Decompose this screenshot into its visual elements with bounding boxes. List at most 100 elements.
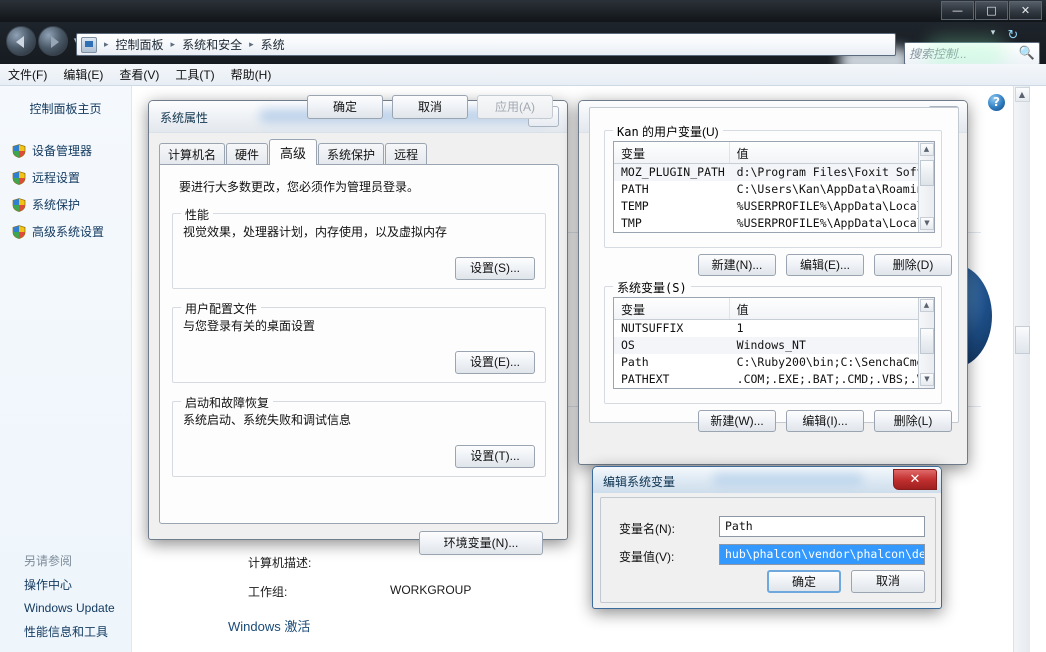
user-profiles-settings-button[interactable]: 设置(E)... [455, 351, 535, 374]
table-row[interactable]: PATH C:\Users\Kan\AppData\Roaming\np... [614, 181, 934, 198]
table-row[interactable]: OS Windows_NT [614, 337, 934, 354]
search-placeholder: 搜索控制... [909, 47, 968, 61]
table-scrollbar[interactable]: ▲ ▼ [918, 142, 934, 232]
table-row[interactable]: MOZ_PLUGIN_PATH d:\Program Files\Foxit S… [614, 164, 934, 181]
windows-activation-heading: Windows 激活 [228, 619, 311, 634]
variable-value: d:\Program Files\Foxit Software... [736, 165, 934, 179]
address-bar[interactable]: ▸ 控制面板 ▸ 系统和安全 ▸ 系统 [76, 33, 896, 56]
sidebar: 控制面板主页 设备管理器 远程设置 系统保护 高级系统设置 另请参阅 操作中心 … [0, 86, 132, 652]
table-row[interactable]: NUTSUFFIX 1 [614, 320, 934, 337]
address-history-chevron-icon[interactable]: ▾ [984, 28, 1002, 38]
advanced-tab-panel: 要进行大多数更改，您必须作为管理员登录。 性能 视觉效果，处理器计划，内存使用，… [159, 164, 559, 524]
table-row[interactable]: TMP %USERPROFILE%\AppData\Local\Temp [614, 215, 934, 232]
see-also-link-windows-update[interactable]: Windows Update [24, 601, 132, 615]
tab-computer-name[interactable]: 计算机名 [159, 143, 226, 165]
see-also-link-performance-info[interactable]: 性能信息和工具 [24, 623, 132, 640]
performance-description: 视觉效果，处理器计划，内存使用，以及虚拟内存 [183, 225, 448, 239]
menu-item-help[interactable]: 帮助(H) [231, 66, 272, 83]
new-user-variable-button[interactable]: 新建(N)... [698, 254, 776, 276]
table-row[interactable]: PATHEXT .COM;.EXE;.BAT;.CMD;.VBS;.VBE; [614, 371, 934, 388]
help-icon[interactable]: ? [988, 94, 1005, 111]
menu-bar: 文件(F) 编辑(E) 查看(V) 工具(T) 帮助(H) [0, 64, 1046, 86]
sidebar-item-device-manager[interactable]: 设备管理器 [0, 137, 131, 164]
search-icon: 🔍 [1018, 46, 1035, 61]
sidebar-item-remote-settings[interactable]: 远程设置 [0, 164, 131, 191]
variable-name-input[interactable]: Path [719, 516, 925, 537]
breadcrumb-separator-0: ▸ [104, 39, 109, 50]
column-header-value: 值 [736, 303, 749, 317]
close-icon[interactable]: ✕ [893, 469, 937, 490]
scroll-up-icon[interactable]: ▲ [1014, 87, 1030, 102]
page-scrollbar[interactable]: ▲ [1013, 86, 1030, 652]
user-profiles-group: 用户配置文件 与您登录有关的桌面设置 设置(E)... [172, 300, 546, 383]
table-scrollbar[interactable]: ▲ ▼ [918, 298, 934, 388]
sidebar-item-label: 系统保护 [32, 198, 81, 212]
scroll-up-icon[interactable]: ▲ [919, 299, 934, 312]
edit-user-variable-button[interactable]: 编辑(E)... [786, 254, 864, 276]
close-button[interactable]: ✕ [1009, 1, 1042, 20]
scrollbar-thumb[interactable] [920, 160, 934, 186]
variable-name: NUTSUFFIX [621, 321, 684, 335]
scrollbar-thumb[interactable] [1015, 326, 1030, 354]
variable-name-label: 变量名(N): [619, 522, 675, 536]
minimize-button[interactable]: — [941, 1, 974, 20]
sidebar-item-control-panel-home[interactable]: 控制面板主页 [0, 86, 131, 117]
breadcrumb-item-system-security[interactable]: 系统和安全 [178, 34, 246, 55]
scroll-down-icon[interactable]: ▼ [920, 217, 934, 230]
delete-user-variable-button[interactable]: 删除(D) [874, 254, 952, 276]
menu-item-view[interactable]: 查看(V) [119, 66, 159, 83]
variable-value-input[interactable]: hub\phalcon\vendor\phalcon\devtools [719, 544, 925, 565]
variable-name: TMP [621, 216, 642, 230]
delete-system-variable-button[interactable]: 删除(L) [874, 410, 952, 432]
see-also-link-action-center[interactable]: 操作中心 [24, 576, 132, 593]
startup-recovery-settings-button[interactable]: 设置(T)... [455, 445, 535, 468]
performance-settings-button[interactable]: 设置(S)... [455, 257, 535, 280]
cancel-button[interactable]: 取消 [392, 95, 468, 119]
cancel-button[interactable]: 取消 [851, 570, 925, 593]
menu-item-edit[interactable]: 编辑(E) [63, 66, 103, 83]
menu-item-tools[interactable]: 工具(T) [175, 66, 214, 83]
sidebar-item-label: 远程设置 [32, 171, 81, 185]
breadcrumb-item-control-panel[interactable]: 控制面板 [112, 34, 168, 55]
back-arrow-icon[interactable] [6, 26, 36, 56]
tab-remote[interactable]: 远程 [385, 143, 428, 165]
menu-item-file[interactable]: 文件(F) [8, 66, 47, 83]
scrollbar-thumb[interactable] [920, 328, 934, 354]
see-also-section: 另请参阅 操作中心 Windows Update 性能信息和工具 [0, 552, 132, 648]
screenshot-root: — □ ✕ ▾ ▸ 控制面板 ▸ 系统和安全 ▸ 系统 ▾ [0, 0, 1046, 652]
search-input[interactable]: 搜索控制... 🔍 [904, 42, 1040, 65]
ok-button[interactable]: 确定 [767, 570, 841, 593]
tab-hardware[interactable]: 硬件 [226, 143, 269, 165]
table-header: 变量 值 [614, 142, 934, 164]
startup-recovery-group: 启动和故障恢复 系统启动、系统失败和调试信息 设置(T)... [172, 394, 546, 477]
tab-system-protection[interactable]: 系统保护 [318, 143, 385, 165]
forward-arrow-icon[interactable] [38, 26, 68, 56]
startup-recovery-description: 系统启动、系统失败和调试信息 [183, 413, 352, 427]
variable-value: C:\Ruby200\bin;C:\SenchaCmd\Sen... [736, 355, 934, 369]
user-profiles-group-legend: 用户配置文件 [181, 300, 262, 317]
user-variables-legend-user: Kan [617, 125, 639, 139]
system-variables-table[interactable]: 变量 值 NUTSUFFIX 1 OS Windows_NT Path C:\R… [613, 297, 935, 389]
table-row[interactable]: TEMP %USERPROFILE%\AppData\Local\Temp [614, 198, 934, 215]
ok-button[interactable]: 确定 [307, 95, 383, 119]
scroll-down-icon[interactable]: ▼ [920, 373, 934, 386]
breadcrumb-item-system[interactable]: 系统 [257, 34, 289, 55]
edit-system-variable-button[interactable]: 编辑(I)... [786, 410, 864, 432]
environment-variables-button[interactable]: 环境变量(N)... [419, 531, 543, 555]
navigation-bar: ▾ ▸ 控制面板 ▸ 系统和安全 ▸ 系统 ▾ ↻ 搜索控制... 🔍 [0, 22, 1046, 74]
nav-buttons: ▾ [6, 26, 82, 56]
tab-advanced[interactable]: 高级 [269, 139, 318, 165]
scroll-up-icon[interactable]: ▲ [919, 143, 934, 156]
sidebar-item-advanced-system-settings[interactable]: 高级系统设置 [0, 218, 131, 245]
maximize-button[interactable]: □ [975, 1, 1008, 20]
user-variables-table[interactable]: 变量 值 MOZ_PLUGIN_PATH d:\Program Files\Fo… [613, 141, 935, 233]
user-variables-legend: Kan 的用户变量(U) [613, 123, 723, 140]
sidebar-item-system-protection[interactable]: 系统保护 [0, 191, 131, 218]
new-system-variable-button[interactable]: 新建(W)... [698, 410, 776, 432]
titlebar-blur-artifact [713, 473, 863, 486]
system-properties-dialog: 系统属性 ✕ 计算机名 硬件 高级 系统保护 远程 要进行大多数更改，您必须作为… [148, 95, 568, 555]
table-row[interactable]: Path C:\Ruby200\bin;C:\SenchaCmd\Sen... [614, 354, 934, 371]
window-controls: — □ ✕ [941, 1, 1042, 20]
system-variables-buttons: 新建(W)... 编辑(I)... 删除(L) [698, 410, 952, 432]
sidebar-task-list: 设备管理器 远程设置 系统保护 高级系统设置 [0, 137, 131, 245]
